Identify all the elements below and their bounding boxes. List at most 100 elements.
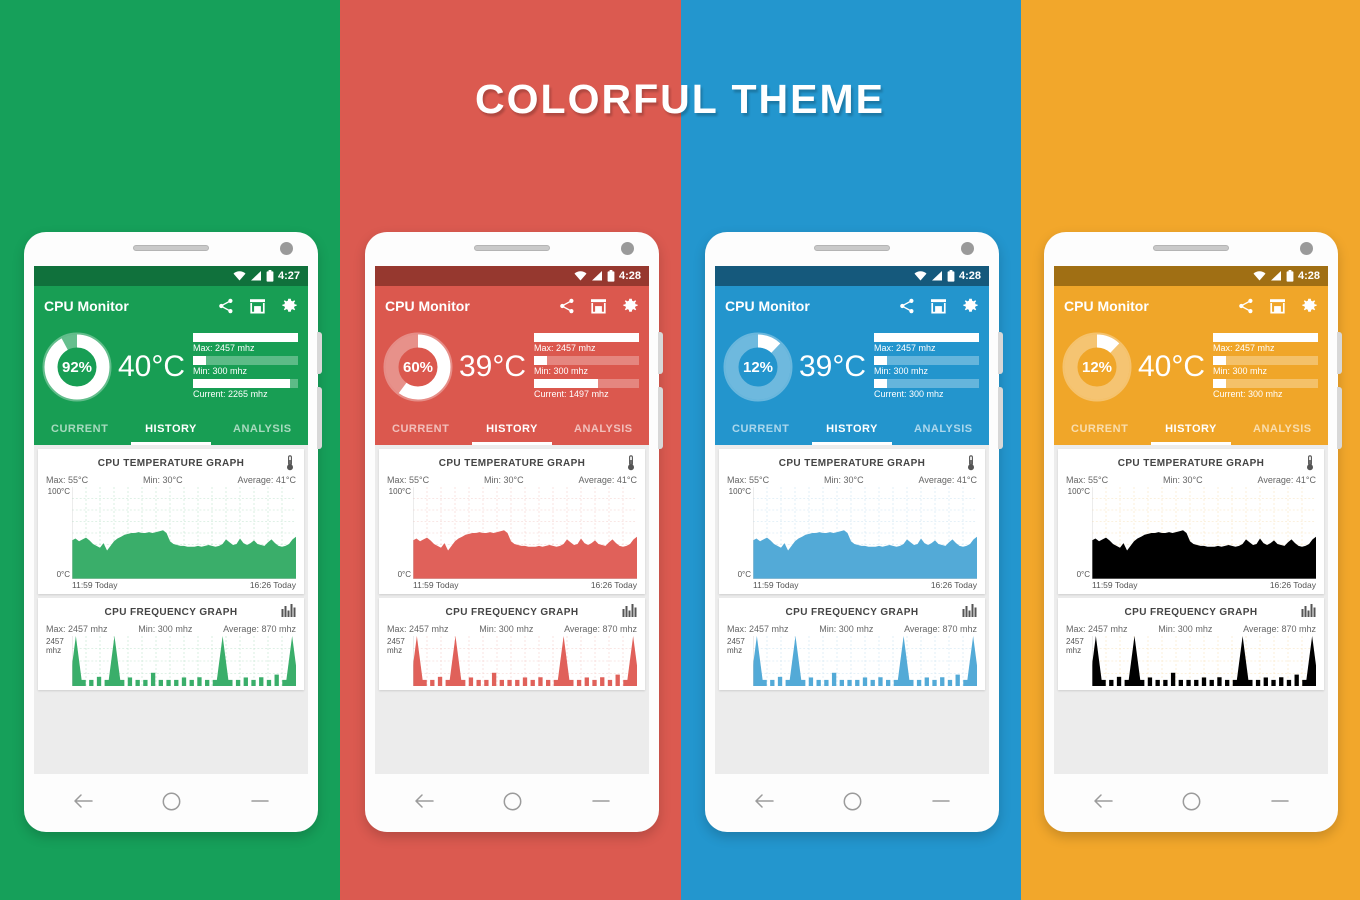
store-button[interactable] <box>249 298 266 314</box>
nav-home-button[interactable] <box>1182 792 1201 811</box>
temperature-stat: Average: 41°C <box>1257 475 1316 485</box>
store-button[interactable] <box>1269 298 1286 314</box>
share-icon <box>1239 298 1253 314</box>
back-arrow-icon <box>415 794 434 808</box>
card-header: CPU TEMPERATURE GRAPH <box>387 455 637 471</box>
signal-icon <box>1270 271 1282 281</box>
frequency-bars: Max: 2457 mhz Min: 300 mhz Current: 2265 m… <box>193 333 298 401</box>
tab-history[interactable]: HISTORY <box>466 412 557 445</box>
tab-current[interactable]: CURRENT <box>375 412 466 445</box>
frequency-stat: Min: 300 mhz <box>138 624 193 634</box>
tab-current[interactable]: CURRENT <box>34 412 125 445</box>
frequency-stat: Max: 2457 mhz <box>1066 624 1128 634</box>
temperature-stats: Max: 55°C Min: 30°C Average: 41°C <box>1066 475 1316 485</box>
wifi-icon <box>574 271 587 281</box>
nav-recents-button[interactable] <box>592 797 610 805</box>
phone-side-button-power[interactable] <box>658 332 663 374</box>
app-bar: CPU Monitor <box>1054 286 1328 326</box>
nav-recents-button[interactable] <box>251 797 269 805</box>
nav-home-button[interactable] <box>162 792 181 811</box>
store-icon <box>591 299 606 314</box>
temperature-stats: Max: 55°C Min: 30°C Average: 41°C <box>46 475 296 485</box>
settings-button[interactable] <box>622 298 639 315</box>
graph-cards: CPU TEMPERATURE GRAPH Max: 55°C Min: 30°C A… <box>715 445 989 690</box>
share-button[interactable] <box>559 298 575 314</box>
cpu-usage-gauge: 12% <box>721 330 795 404</box>
phone-screen: 4:28 CPU Monitor 12% 39°C Max: 2457 mhz Min: … <box>715 266 989 774</box>
temperature-card-title: CPU TEMPERATURE GRAPH <box>1117 457 1265 469</box>
temperature-x-end: 16:26 Today <box>590 580 637 590</box>
tab-analysis[interactable]: ANALYSIS <box>1237 412 1328 445</box>
thermometer-icon <box>1307 455 1313 471</box>
temperature-x-labels: 11:59 Today 16:26 Today <box>727 580 977 590</box>
frequency-card-title: CPU FREQUENCY GRAPH <box>104 606 238 618</box>
frequency-bar-fill <box>534 333 639 342</box>
phone-side-button-power[interactable] <box>317 332 322 374</box>
settings-button[interactable] <box>281 298 298 315</box>
battery-icon <box>266 270 274 282</box>
phone-side-button-power[interactable] <box>998 332 1003 374</box>
temperature-plot <box>413 487 637 579</box>
tab-history[interactable]: HISTORY <box>806 412 897 445</box>
card-header: CPU FREQUENCY GRAPH <box>387 604 637 620</box>
cpu-temperature-value: 40°C <box>118 350 186 383</box>
wifi-icon <box>233 271 246 281</box>
frequency-stat: Average: 870 mhz <box>1243 624 1316 634</box>
phone-side-button-volume[interactable] <box>658 387 663 449</box>
settings-button[interactable] <box>1301 298 1318 315</box>
nav-back-button[interactable] <box>754 793 774 809</box>
tab-label: ANALYSIS <box>574 422 633 435</box>
tab-history[interactable]: HISTORY <box>1145 412 1236 445</box>
share-button[interactable] <box>899 298 915 314</box>
store-button[interactable] <box>930 298 947 314</box>
tab-history[interactable]: HISTORY <box>125 412 216 445</box>
nav-home-button[interactable] <box>843 792 862 811</box>
store-button[interactable] <box>590 298 607 314</box>
frequency-axis-top-1: 2457 <box>46 637 64 646</box>
tab-current[interactable]: CURRENT <box>1054 412 1145 445</box>
tab-analysis[interactable]: ANALYSIS <box>898 412 989 445</box>
temperature-plot <box>72 487 296 579</box>
share-icon <box>560 298 574 314</box>
share-button[interactable] <box>1238 298 1254 314</box>
store-icon <box>250 299 265 314</box>
thermometer-icon-wrap <box>1304 455 1316 471</box>
nav-back-button[interactable] <box>1093 793 1113 809</box>
temperature-x-end: 16:26 Today <box>1269 580 1316 590</box>
tab-bar: CURRENT HISTORY ANALYSIS <box>375 412 649 445</box>
frequency-stats: Max: 2457 mhz Min: 300 mhz Average: 870 mh… <box>46 624 296 634</box>
frequency-bar-label: Max: 2457 mhz <box>1213 343 1275 353</box>
gear-icon <box>282 298 297 312</box>
phone-side-button-volume[interactable] <box>317 387 322 449</box>
phone-side-button-power[interactable] <box>1337 332 1342 374</box>
tab-label: CURRENT <box>51 422 109 435</box>
tab-current[interactable]: CURRENT <box>715 412 806 445</box>
frequency-bar-fill <box>534 356 547 365</box>
temperature-graph-card: CPU TEMPERATURE GRAPH Max: 55°C Min: 30°C A… <box>1058 449 1324 594</box>
android-nav-bar <box>1058 786 1324 816</box>
share-button[interactable] <box>218 298 234 314</box>
android-nav-bar <box>719 786 985 816</box>
nav-back-button[interactable] <box>73 793 93 809</box>
frequency-bar-track <box>193 333 298 342</box>
tab-analysis[interactable]: ANALYSIS <box>217 412 308 445</box>
phone-side-button-volume[interactable] <box>1337 387 1342 449</box>
phone-screen: 4:28 CPU Monitor 12% 40°C Max: 2457 mhz Min: … <box>1054 266 1328 774</box>
tab-label: HISTORY <box>826 422 878 435</box>
nav-recents-button[interactable] <box>1271 797 1289 805</box>
tab-analysis[interactable]: ANALYSIS <box>558 412 649 445</box>
battery-icon <box>607 270 615 282</box>
temperature-stat: Average: 41°C <box>578 475 637 485</box>
nav-recents-button[interactable] <box>932 797 950 805</box>
phone-camera <box>961 242 974 255</box>
temperature-axis-bottom: 0°C <box>1076 570 1090 579</box>
settings-button[interactable] <box>962 298 979 315</box>
phone-camera <box>621 242 634 255</box>
cpu-usage-gauge: 60% <box>381 330 455 404</box>
cpu-summary: 12% 40°C Max: 2457 mhz Min: 300 mhz Current:… <box>1054 326 1328 412</box>
nav-home-button[interactable] <box>503 792 522 811</box>
thermometer-icon-wrap <box>284 455 296 471</box>
phone-side-button-volume[interactable] <box>998 387 1003 449</box>
nav-back-button[interactable] <box>414 793 434 809</box>
home-circle-icon <box>504 792 522 810</box>
